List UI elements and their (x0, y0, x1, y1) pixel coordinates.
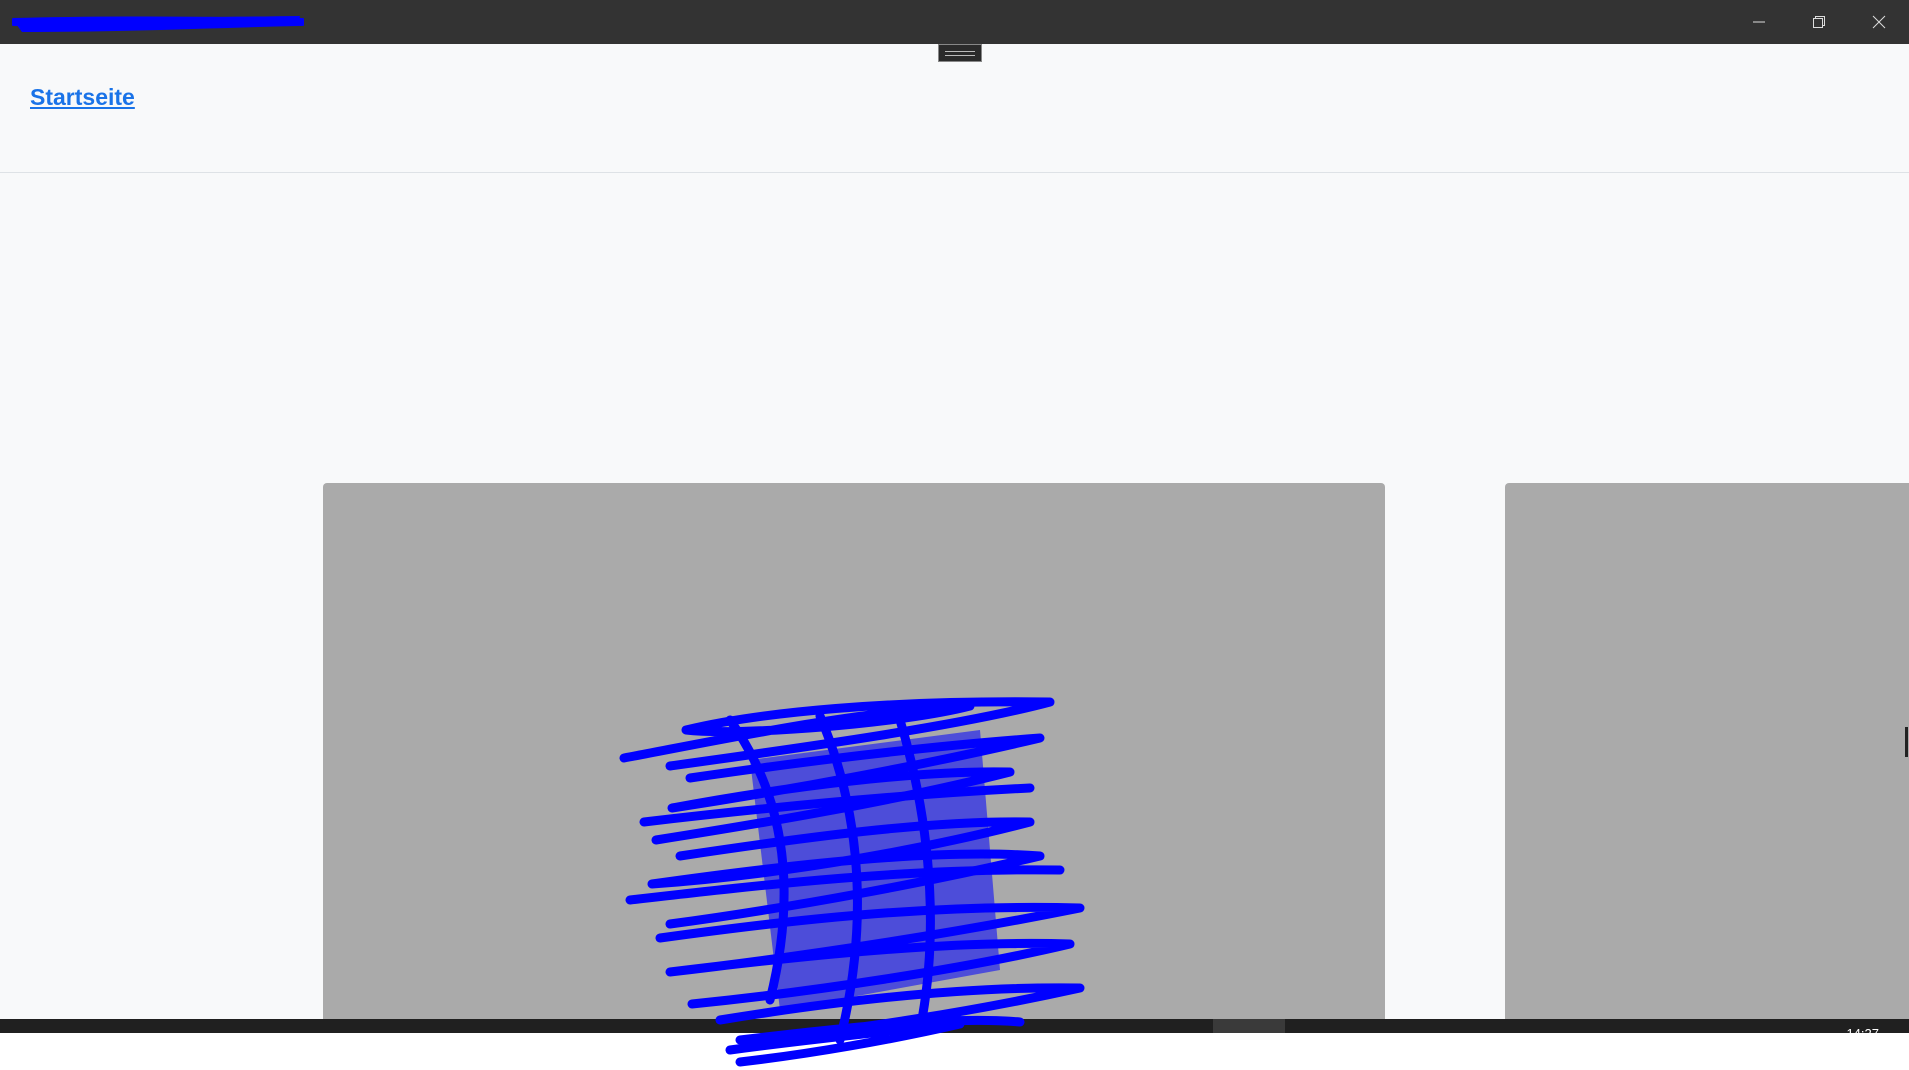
restore-button[interactable] (1789, 0, 1849, 44)
redacted-window-title (12, 16, 304, 32)
card-next[interactable] (1505, 483, 1909, 1019)
drag-handle[interactable] (938, 44, 982, 62)
minimize-icon (1753, 21, 1765, 23)
redaction-scribble (619, 697, 1085, 1067)
close-icon (1872, 15, 1886, 29)
minimize-button[interactable] (1729, 0, 1789, 44)
page-header: Startseite (0, 44, 1909, 173)
taskbar-active-app[interactable] (1213, 1019, 1285, 1033)
window-controls (1729, 0, 1909, 44)
grip-icon (945, 50, 975, 56)
close-button[interactable] (1849, 0, 1909, 44)
window-titlebar (0, 0, 1909, 44)
home-link[interactable]: Startseite (30, 84, 135, 111)
text-cursor-icon (1905, 727, 1908, 757)
restore-icon (1813, 16, 1825, 28)
